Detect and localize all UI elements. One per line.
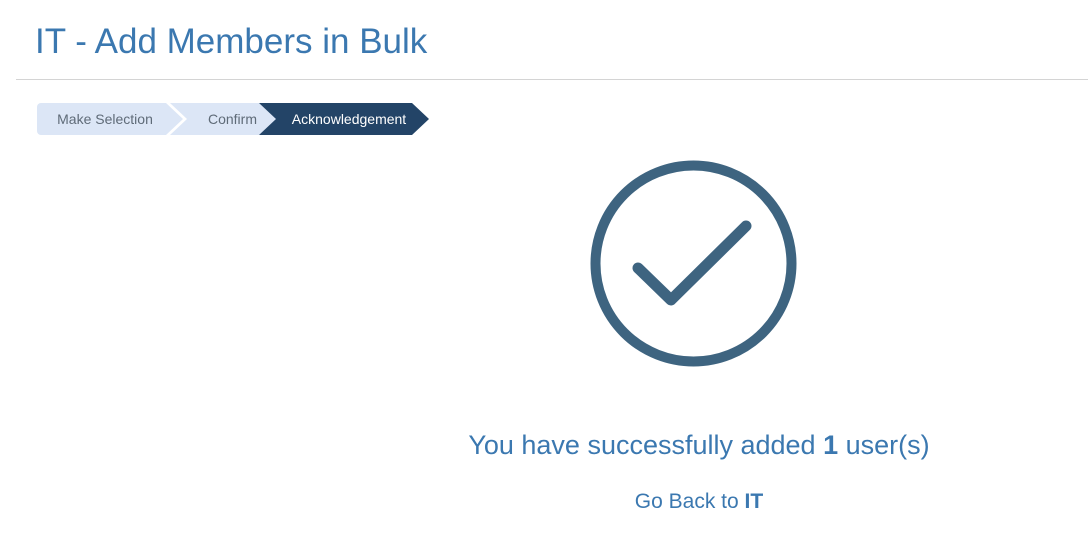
stepper: Make Selection Confirm Acknowledgement [37,103,437,135]
page-title: IT - Add Members in Bulk [35,22,428,61]
added-count: 1 [823,430,839,460]
step-make-selection[interactable]: Make Selection [37,103,183,135]
back-link-target: IT [744,490,764,513]
success-message-suffix: user(s) [845,430,930,460]
step-label: Confirm [207,111,257,127]
success-message: You have successfully added 1 user(s) [0,430,1088,461]
header-divider [16,79,1088,80]
check-circle-icon [590,160,797,367]
step-acknowledgement: Acknowledgement [259,103,429,135]
success-message-prefix: You have successfully added [468,430,816,460]
step-label: Make Selection [57,111,153,127]
step-label: Acknowledgement [291,111,407,127]
go-back-link[interactable]: Go Back to IT [0,490,1088,514]
page: IT - Add Members in Bulk Make Selection … [0,0,1088,554]
back-link-prefix: Go Back to [634,490,739,513]
